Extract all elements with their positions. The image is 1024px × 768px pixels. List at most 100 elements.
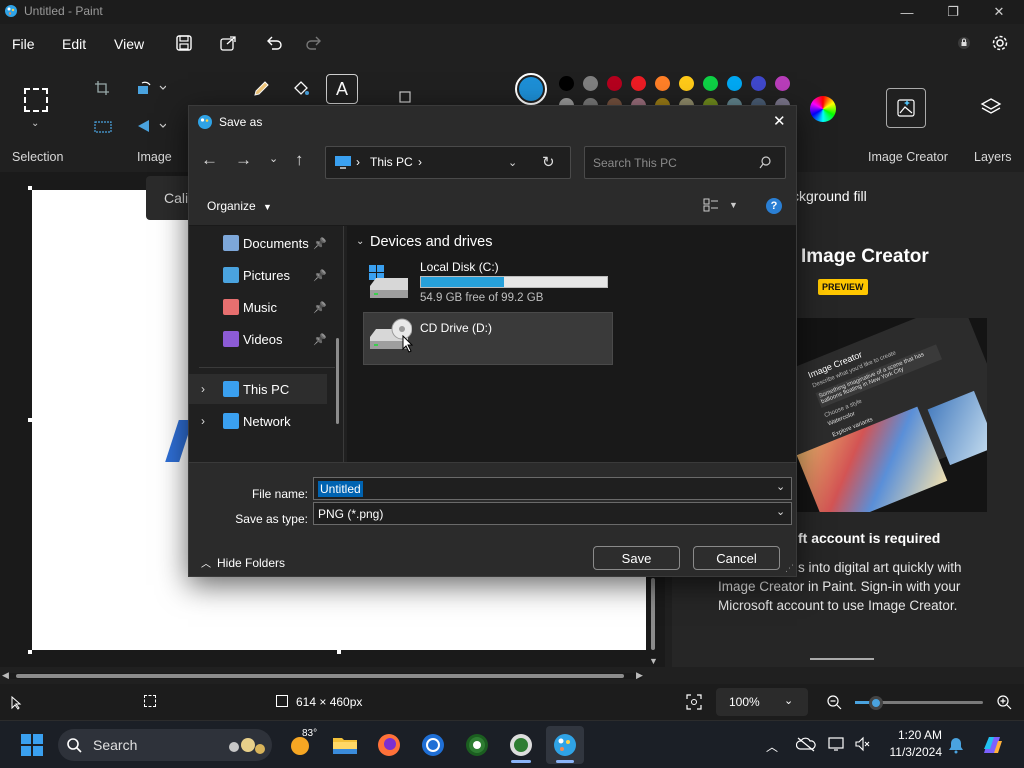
color-swatch[interactable] [607, 76, 622, 91]
color-swatch[interactable] [703, 76, 718, 91]
color-swatch[interactable] [631, 76, 646, 91]
scroll-left-icon[interactable]: ◀ [2, 670, 9, 681]
zoom-slider[interactable] [855, 696, 983, 710]
cancel-button[interactable]: Cancel [693, 546, 780, 570]
address-dropdown-icon[interactable]: ⌄ [508, 156, 517, 169]
share-icon[interactable] [216, 32, 240, 54]
save-icon[interactable] [172, 32, 196, 54]
taskbar-date[interactable]: 11/3/2024 [880, 745, 943, 759]
file-explorer-icon[interactable] [330, 730, 360, 760]
app-globe-icon[interactable] [462, 730, 492, 760]
up-arrow-icon[interactable]: ↑ [295, 150, 304, 170]
taskbar-search-box[interactable]: Search [58, 729, 272, 761]
pin-icon[interactable]: 📌 [313, 237, 327, 250]
layers-icon[interactable] [980, 96, 1002, 118]
menu-edit[interactable]: Edit [62, 36, 86, 52]
color-swatch[interactable] [559, 76, 574, 91]
scroll-down-icon[interactable]: ▼ [649, 656, 658, 666]
search-this-pc-input[interactable]: Search This PC [584, 146, 786, 179]
show-hidden-icons-icon[interactable]: ︿ [766, 738, 778, 755]
nav-scrollbar[interactable] [336, 338, 339, 424]
nav-item-pictures[interactable]: Pictures 📌 [189, 260, 344, 290]
notification-bell-icon[interactable] [948, 736, 964, 754]
crop-icon[interactable] [94, 80, 110, 96]
refresh-icon[interactable]: ↻ [542, 153, 555, 171]
resize-icon[interactable] [94, 120, 112, 134]
canvas-resize-handle[interactable] [28, 650, 32, 654]
nav-item-network[interactable]: › Network [189, 406, 344, 436]
text-tool-icon[interactable]: A [326, 74, 358, 104]
scrollbar-thumb[interactable] [16, 674, 624, 678]
color-swatch[interactable] [679, 76, 694, 91]
copilot-icon[interactable] [980, 733, 1004, 757]
zoom-slider-thumb[interactable] [869, 696, 883, 710]
color-swatch[interactable] [727, 76, 742, 91]
canvas-resize-handle[interactable] [28, 186, 32, 190]
help-icon[interactable]: ? [766, 198, 782, 214]
view-options-icon[interactable] [703, 198, 719, 212]
app-circle-icon[interactable] [418, 730, 448, 760]
rotate-icon[interactable] [136, 80, 166, 96]
undo-icon[interactable] [262, 32, 286, 54]
app-media-icon[interactable] [506, 730, 536, 760]
search-icon[interactable] [759, 156, 772, 169]
display-icon[interactable] [828, 736, 844, 752]
image-creator-icon[interactable] [886, 88, 926, 128]
color-swatch[interactable] [655, 76, 670, 91]
zoom-in-icon[interactable] [996, 694, 1012, 710]
pencil-icon[interactable] [252, 80, 270, 98]
edit-colors-icon[interactable] [810, 96, 836, 122]
menu-view[interactable]: View [114, 36, 144, 52]
nav-item-documents[interactable]: Documents 📌 [189, 228, 344, 258]
settings-gear-icon[interactable] [988, 32, 1012, 54]
section-header-devices[interactable]: Devices and drives [370, 234, 493, 250]
canvas-resize-handle[interactable] [337, 650, 341, 654]
nav-item-music[interactable]: Music 📌 [189, 292, 344, 322]
restore-icon[interactable]: ❐ [930, 0, 976, 24]
minimize-icon[interactable]: — [884, 0, 930, 24]
paint-taskbar-icon[interactable] [550, 730, 580, 760]
windows-start-icon[interactable] [20, 733, 44, 757]
taskbar-time[interactable]: 1:20 AM [886, 728, 942, 742]
pin-icon[interactable]: 📌 [313, 269, 327, 282]
firefox-icon[interactable] [374, 730, 404, 760]
active-color-indicator[interactable] [515, 73, 547, 105]
close-icon[interactable]: ✕ [976, 0, 1022, 24]
vertical-scrollbar[interactable] [650, 578, 656, 658]
zoom-out-icon[interactable] [826, 694, 842, 710]
save-type-dropdown-icon[interactable]: ⌄ [776, 505, 785, 518]
chevron-down-icon[interactable]: ⌄ [31, 118, 39, 129]
flip-icon[interactable] [136, 118, 166, 134]
menu-file[interactable]: File [12, 36, 35, 52]
account-icon[interactable] [952, 32, 976, 54]
organize-button[interactable]: Organize ▼ [207, 199, 272, 213]
color-swatch[interactable] [583, 76, 598, 91]
resize-grip-icon[interactable]: ⋰ [785, 563, 794, 574]
fill-bucket-icon[interactable] [292, 80, 310, 98]
view-dropdown-icon[interactable]: ▼ [729, 200, 738, 210]
pin-icon[interactable]: 📌 [313, 301, 327, 314]
scrollbar-thumb[interactable] [651, 578, 655, 650]
back-arrow-icon[interactable]: ← [201, 150, 218, 170]
file-name-input[interactable]: Untitled ⌄ [313, 477, 792, 500]
eraser-icon[interactable] [398, 90, 412, 104]
breadcrumb-chevron-icon[interactable]: › [418, 155, 422, 169]
save-type-select[interactable]: PNG (*.png) ⌄ [313, 502, 792, 525]
file-name-dropdown-icon[interactable]: ⌄ [776, 480, 785, 493]
drive-item-c[interactable]: Local Disk (C:) 54.9 GB free of 99.2 GB [364, 256, 614, 308]
expand-chevron-icon[interactable]: › [201, 382, 205, 396]
nav-item-this-pc[interactable]: › This PC [189, 374, 327, 404]
breadcrumb[interactable]: This PC [370, 155, 413, 169]
expand-chevron-icon[interactable]: › [201, 414, 205, 428]
canvas-resize-handle[interactable] [28, 418, 32, 422]
zoom-dropdown[interactable]: 100% ⌄ [716, 688, 808, 716]
onedrive-icon[interactable] [796, 736, 816, 752]
address-bar[interactable]: › This PC › ⌄ ↻ [325, 146, 571, 179]
recent-locations-chevron-icon[interactable]: ⌄ [269, 152, 278, 165]
scroll-right-icon[interactable]: ▶ [636, 670, 643, 681]
selection-tool-icon[interactable] [24, 88, 48, 112]
save-button[interactable]: Save [593, 546, 680, 570]
nav-item-videos[interactable]: Videos 📌 [189, 324, 344, 354]
hide-folders-button[interactable]: ︿ Hide Folders [201, 555, 285, 570]
color-swatch[interactable] [775, 76, 790, 91]
